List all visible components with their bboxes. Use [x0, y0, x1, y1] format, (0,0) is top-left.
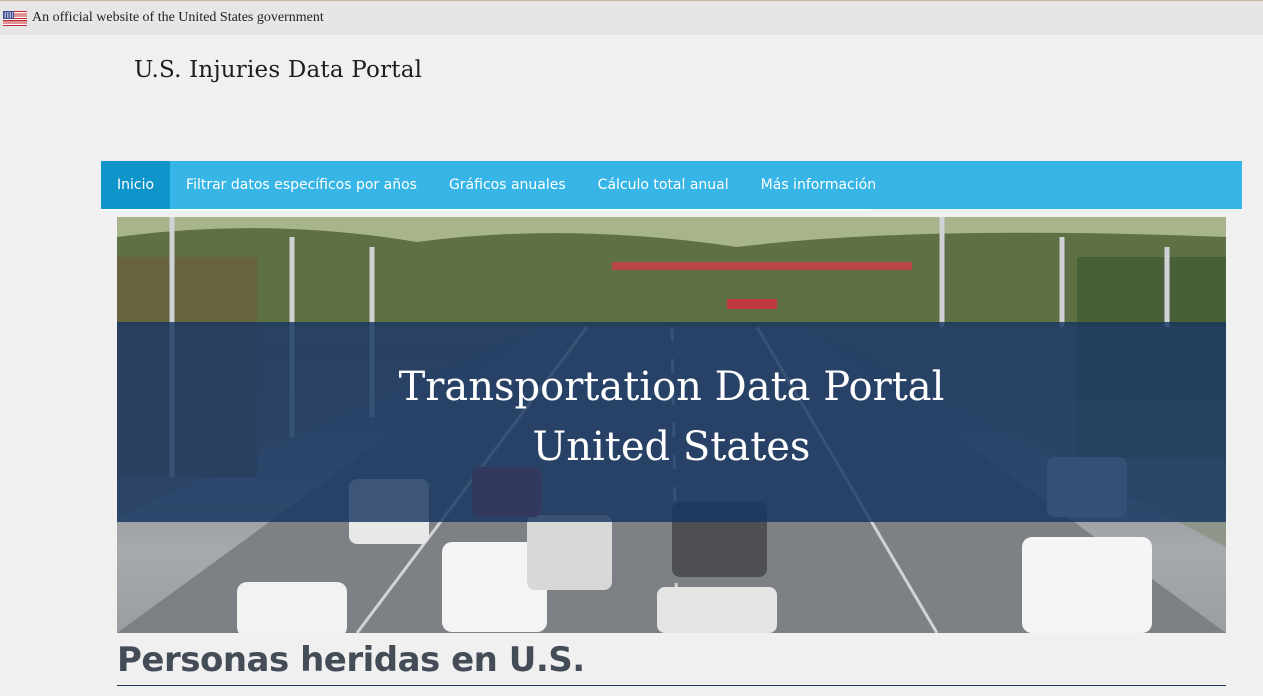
nav-item-filtrar-datos[interactable]: Filtrar datos específicos por años [170, 161, 433, 209]
hero-title-line-1: Transportation Data Portal [398, 364, 945, 410]
section-heading: Personas heridas en U.S. [117, 640, 585, 680]
main-navigation: Inicio Filtrar datos específicos por año… [101, 161, 1242, 209]
section-divider [117, 685, 1226, 686]
gov-banner: An official website of the United States… [0, 0, 1263, 35]
nav-item-calculo-total[interactable]: Cálculo total anual [582, 161, 745, 209]
nav-item-graficos-anuales[interactable]: Gráficos anuales [433, 161, 582, 209]
hero-title: Transportation Data Portal United States [117, 357, 1226, 477]
nav-item-mas-informacion[interactable]: Más información [745, 161, 892, 209]
site-title[interactable]: U.S. Injuries Data Portal [134, 57, 422, 83]
hero-title-line-2: United States [532, 424, 811, 470]
nav-underline [101, 209, 871, 211]
gov-banner-text: An official website of the United States… [32, 10, 324, 25]
us-flag-icon [3, 11, 27, 26]
hero-banner: Transportation Data Portal United States [117, 217, 1226, 633]
nav-item-inicio[interactable]: Inicio [101, 161, 171, 209]
